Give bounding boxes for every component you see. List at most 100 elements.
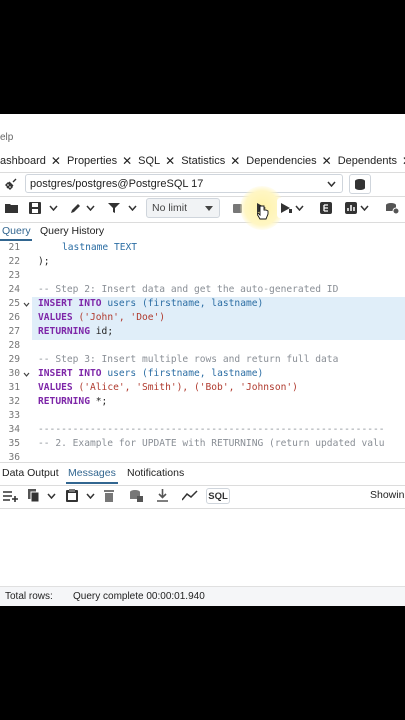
chevron-down-icon[interactable] [47, 493, 56, 499]
graph-icon[interactable] [182, 490, 198, 501]
tab-dependencies[interactable]: Dependencies ✕ [246, 154, 331, 168]
connection-select[interactable]: postgres/postgres@PostgreSQL 17 [25, 174, 343, 193]
clear-button[interactable] [382, 198, 402, 218]
line-number: 21 [8, 242, 20, 253]
tab-data-output[interactable]: Data Output [2, 467, 59, 479]
tab-notifications[interactable]: Notifications [127, 467, 184, 479]
line-number: 24 [8, 284, 20, 295]
tab-dependents[interactable]: Dependents✕ [338, 154, 405, 168]
copy-icon[interactable] [28, 489, 40, 502]
tab-label: Statistics [181, 155, 226, 167]
chevron-down-icon [294, 205, 304, 211]
code-comment: ----------------------------------------… [38, 424, 385, 435]
download-icon[interactable] [156, 489, 169, 502]
chart-icon [345, 202, 357, 214]
code-comment: -- 2. Example for UPDATE with RETURNING … [38, 438, 385, 449]
query-complete-label: Query complete 00:00:01.940 [73, 591, 205, 602]
line-number: 28 [8, 340, 20, 351]
edit-button[interactable] [66, 198, 98, 218]
filter-button[interactable] [104, 198, 124, 218]
chevron-down-icon [327, 181, 336, 187]
save-data-icon[interactable] [129, 489, 143, 502]
connection-bar: postgres/postgres@PostgreSQL 17 [0, 172, 405, 197]
sql-editor[interactable]: 21 22 23 24 25 26 27 28 29 30 31 32 33 3… [0, 242, 405, 463]
database-clear-icon [386, 203, 399, 214]
tab-statistics[interactable]: Statistics ✕ [181, 154, 240, 168]
sql-keyword: RETURNING [38, 396, 90, 407]
tab-label: SQL [138, 155, 161, 167]
save-button[interactable] [25, 198, 45, 218]
line-number: 32 [8, 396, 20, 407]
line-number: 25 [8, 298, 20, 309]
code-comment: -- Step 2: Insert data and get the auto-… [38, 284, 339, 295]
tab-messages[interactable]: Messages [68, 467, 116, 479]
sql-button[interactable]: SQL [206, 488, 230, 504]
tab-query-history[interactable]: Query History [40, 225, 104, 237]
filter-options-button[interactable] [126, 198, 139, 218]
chevron-down-icon [205, 206, 213, 211]
sql-keyword: VALUES [38, 382, 73, 393]
code-line: VALUES ('Alice', 'Smith'), ('Bob', 'John… [38, 382, 298, 393]
chevron-down-icon [49, 205, 58, 211]
sql-columns: (firstname, lastname) [142, 298, 264, 309]
tab-sql[interactable]: SQL ✕ [138, 154, 175, 168]
code-line: ); [38, 256, 50, 267]
line-number: 35 [8, 438, 20, 449]
query-tabs: Query Query History [0, 222, 405, 242]
tab-query[interactable]: Query [2, 225, 31, 237]
code-line: RETURNING id; [38, 326, 113, 337]
filter-icon [108, 203, 120, 213]
line-number: 30 [8, 368, 20, 379]
line-number: 34 [8, 424, 20, 435]
sql-values: ('John', 'Doe') [78, 312, 166, 323]
sql-keyword: INSERT INTO [38, 368, 102, 379]
tab-dashboard[interactable]: ashboard ✕ [0, 154, 61, 168]
line-number: 29 [8, 354, 20, 365]
save-options-button[interactable] [47, 198, 60, 218]
chevron-down-icon [360, 205, 369, 211]
connection-label: postgres/postgres@PostgreSQL 17 [30, 178, 204, 190]
sql-keyword: INSERT INTO [38, 298, 102, 309]
close-icon[interactable]: ✕ [230, 154, 240, 168]
plug-icon[interactable] [4, 177, 19, 191]
delete-icon[interactable] [104, 489, 114, 502]
status-bar: Total rows: Query complete 00:00:01.940 [0, 586, 405, 606]
explain-icon [280, 203, 292, 213]
sql-keyword: VALUES [38, 312, 73, 323]
row-limit-select[interactable]: No limit [146, 198, 220, 218]
fold-chevron-icon[interactable] [23, 372, 30, 377]
sql-values: ('Alice', 'Smith'), ('Bob', 'Johnson') [78, 382, 298, 393]
cursor-icon [257, 205, 269, 220]
line-number: 26 [8, 312, 20, 323]
menu-help[interactable]: elp [0, 132, 13, 143]
code-line: RETURNING *; [38, 396, 107, 407]
close-icon[interactable]: ✕ [51, 154, 61, 168]
query-toolbar: No limit [0, 186, 405, 230]
commit-button[interactable] [316, 198, 336, 218]
row-limit-label: No limit [152, 202, 188, 214]
code-line: INSERT INTO users (firstname, lastname) [38, 298, 263, 309]
chevron-down-icon[interactable] [86, 493, 95, 499]
showing-rows-label: Showin [370, 489, 405, 501]
open-file-button[interactable] [2, 198, 22, 218]
paste-icon[interactable] [66, 489, 78, 502]
database-icon [354, 178, 365, 190]
tab-properties[interactable]: Properties ✕ [67, 154, 132, 168]
save-icon [29, 202, 41, 214]
macros-button[interactable] [340, 198, 374, 218]
chevron-down-icon [128, 205, 137, 211]
sql-text: *; [95, 396, 108, 407]
close-icon[interactable]: ✕ [165, 154, 175, 168]
add-row-icon[interactable] [3, 490, 18, 502]
sql-text: id; [95, 326, 114, 337]
new-connection-button[interactable] [349, 174, 371, 194]
close-icon[interactable]: ✕ [122, 154, 132, 168]
explain-button[interactable] [277, 198, 307, 218]
line-number: 22 [8, 256, 20, 267]
close-icon[interactable]: ✕ [322, 154, 332, 168]
tab-label: ashboard [0, 155, 46, 167]
fold-chevron-icon[interactable] [23, 302, 30, 307]
line-number: 33 [8, 410, 20, 421]
sql-columns: (firstname, lastname) [142, 368, 264, 379]
pencil-icon [70, 204, 80, 213]
